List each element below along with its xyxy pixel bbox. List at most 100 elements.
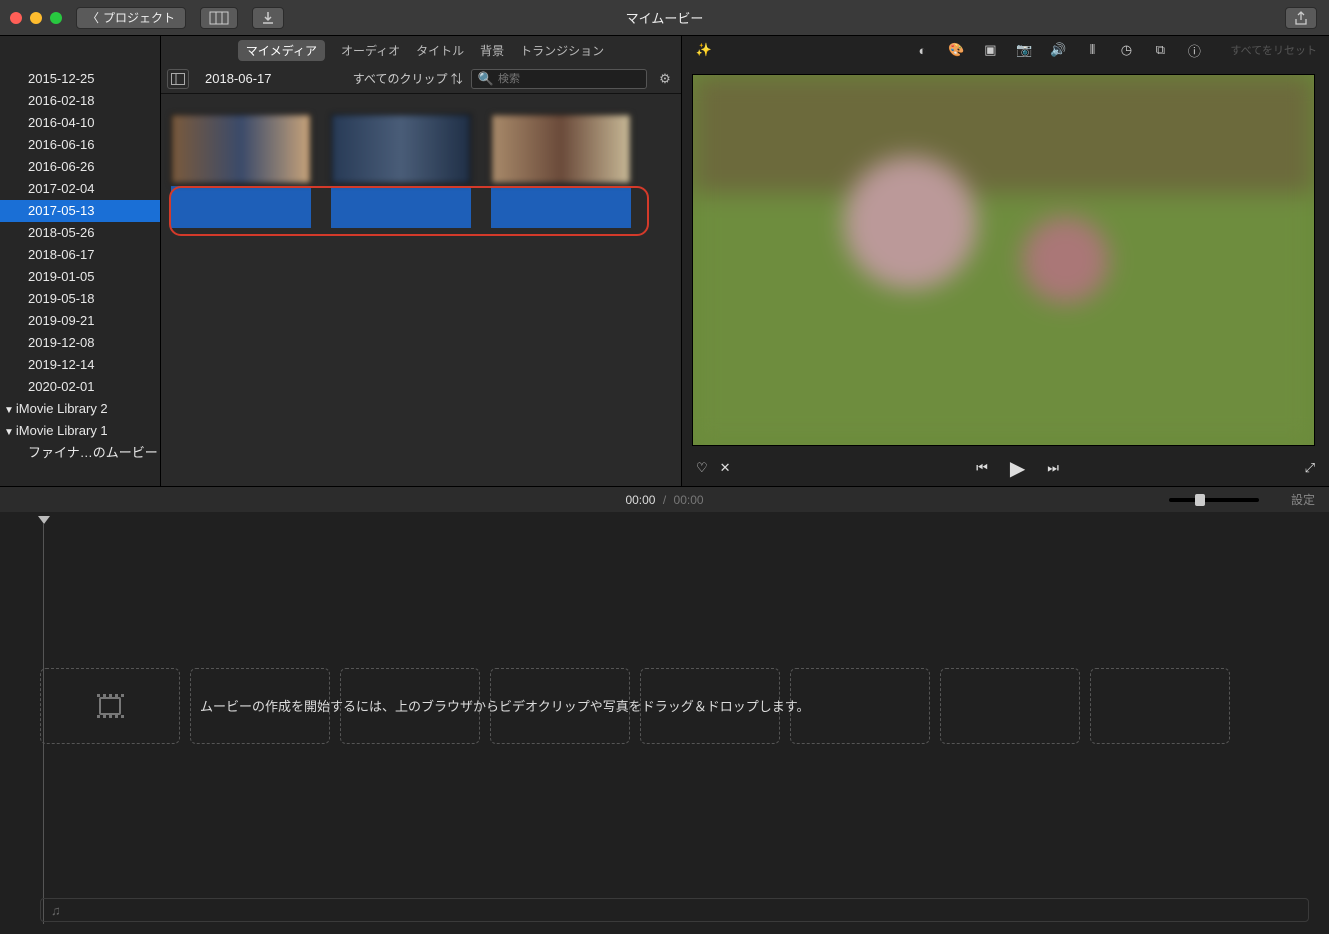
browser-toolbar: 2018-06-17 すべてのクリップ ⇅ 🔍 ⚙ xyxy=(161,64,681,94)
library-item[interactable]: ▼iMovie Library 1 xyxy=(0,420,160,442)
clip-audio-waveform[interactable] xyxy=(171,186,311,228)
reset-all-button[interactable]: すべてをリセット xyxy=(1230,42,1317,58)
tab-titles[interactable]: タイトル xyxy=(416,42,464,59)
stabilization-button[interactable]: 📷 xyxy=(1014,40,1034,60)
close-window-icon[interactable] xyxy=(10,12,22,24)
event-item[interactable]: 2016-02-18 xyxy=(0,90,160,112)
event-item[interactable]: 2016-04-10 xyxy=(0,112,160,134)
clip-item[interactable] xyxy=(331,114,471,228)
tab-backgrounds[interactable]: 背景 xyxy=(480,42,504,59)
clip-audio-waveform[interactable] xyxy=(331,186,471,228)
event-item[interactable]: 2016-06-16 xyxy=(0,134,160,156)
palette-icon: 🎨 xyxy=(948,42,964,58)
viewer-toolbar: ✨ ◐ 🎨 ▣ 📷 🔊 ⫴ ◷ ⧉ ⓘ すべてをリセット xyxy=(682,36,1329,64)
timecode-bar: 00:00 / 00:00 設定 xyxy=(0,486,1329,512)
clip-audio-waveform[interactable] xyxy=(491,186,631,228)
timeline-settings-button[interactable]: 設定 xyxy=(1291,491,1315,508)
play-icon: ▶ xyxy=(1010,458,1025,480)
event-item[interactable]: 2015-12-25 xyxy=(0,68,160,90)
event-item[interactable]: 2016-06-26 xyxy=(0,156,160,178)
library-item[interactable]: ▼iMovie Library 2 xyxy=(0,398,160,420)
library-sub-item[interactable]: ファイナ…のムービー xyxy=(0,442,160,464)
window-controls xyxy=(10,12,62,24)
tab-audio[interactable]: オーディオ xyxy=(341,42,400,59)
titlebar: 〈 プロジェクト マイムービー xyxy=(0,0,1329,36)
speed-button[interactable]: ◷ xyxy=(1116,40,1136,60)
tab-transitions[interactable]: トランジション xyxy=(520,42,604,59)
event-item[interactable]: 2019-12-08 xyxy=(0,332,160,354)
event-item[interactable]: 2019-12-14 xyxy=(0,354,160,376)
browser-tabs: マイメディア オーディオ タイトル 背景 トランジション xyxy=(161,36,681,64)
transport-controls: ♡ ✕ ⏮ ▶ ⏭ ⤢ xyxy=(682,450,1329,486)
tab-my-media[interactable]: マイメディア xyxy=(238,40,325,61)
media-browser: マイメディア オーディオ タイトル 背景 トランジション 2018-06-17 … xyxy=(161,36,682,486)
color-correction-button[interactable]: 🎨 xyxy=(946,40,966,60)
play-button[interactable]: ▶ xyxy=(1010,456,1025,481)
noise-eq-button[interactable]: ⫴ xyxy=(1082,40,1102,60)
timeline-empty-slot[interactable] xyxy=(40,668,180,744)
search-icon: 🔍 xyxy=(478,71,494,87)
clip-item[interactable] xyxy=(491,114,631,228)
event-item[interactable]: 2020-02-01 xyxy=(0,376,160,398)
crop-button[interactable]: ▣ xyxy=(980,40,1000,60)
event-item[interactable]: 2018-05-26 xyxy=(0,222,160,244)
info-button[interactable]: ⓘ xyxy=(1184,40,1204,60)
contrast-icon: ◐ xyxy=(918,43,926,58)
minimize-window-icon[interactable] xyxy=(30,12,42,24)
viewer-panel: ✨ ◐ 🎨 ▣ 📷 🔊 ⫴ ◷ ⧉ ⓘ すべてをリセット ♡ ✕ ⏮ ▶ ⏭ ⤢ xyxy=(682,36,1329,486)
reject-button[interactable]: ✕ xyxy=(720,460,731,476)
skip-forward-icon: ⏭ xyxy=(1047,460,1059,475)
updown-icon: ⇅ xyxy=(451,72,463,86)
volume-button[interactable]: 🔊 xyxy=(1048,40,1068,60)
favorite-button[interactable]: ♡ xyxy=(696,460,708,476)
previous-button[interactable]: ⏮ xyxy=(976,460,988,476)
timeline-hint-text: ムービーの作成を開始するには、上のブラウザからビデオクリップや写真をドラッグ＆ド… xyxy=(200,696,809,715)
heart-icon: ♡ xyxy=(696,460,708,475)
event-item[interactable]: 2019-05-18 xyxy=(0,288,160,310)
x-icon: ✕ xyxy=(720,460,731,475)
zoom-window-icon[interactable] xyxy=(50,12,62,24)
import-button[interactable] xyxy=(252,7,284,29)
timeline-empty-slot[interactable] xyxy=(790,668,930,744)
color-balance-button[interactable]: ◐ xyxy=(912,40,932,60)
playhead-marker-icon[interactable] xyxy=(38,516,50,524)
chevron-left-icon: 〈 xyxy=(87,9,99,26)
search-input[interactable] xyxy=(498,73,640,85)
search-field[interactable]: 🔍 xyxy=(471,69,647,89)
event-item[interactable]: 2019-01-05 xyxy=(0,266,160,288)
clip-thumbnail[interactable] xyxy=(171,114,311,184)
fullscreen-button[interactable]: ⤢ xyxy=(1305,460,1315,476)
timeline[interactable]: ムービーの作成を開始するには、上のブラウザからビデオクリップや写真をドラッグ＆ド… xyxy=(0,512,1329,934)
timeline-empty-slot[interactable] xyxy=(1090,668,1230,744)
clip-thumbnail[interactable] xyxy=(331,114,471,184)
browser-settings-button[interactable]: ⚙ xyxy=(655,71,675,87)
disclosure-triangle-icon[interactable]: ▼ xyxy=(4,400,14,422)
view-options-button[interactable] xyxy=(200,7,238,29)
event-list: 2015-12-25 2016-02-18 2016-04-10 2016-06… xyxy=(0,64,160,464)
timeline-empty-slot[interactable] xyxy=(940,668,1080,744)
gauge-icon: ◷ xyxy=(1121,42,1132,58)
video-preview[interactable] xyxy=(692,74,1315,446)
music-track[interactable]: ♫ xyxy=(40,898,1309,922)
disclosure-triangle-icon[interactable]: ▼ xyxy=(4,422,14,444)
expand-icon: ⤢ xyxy=(1305,460,1315,475)
event-item-selected[interactable]: 2017-05-13 xyxy=(0,200,160,222)
clip-thumbnail[interactable] xyxy=(491,114,631,184)
toggle-sidebar-button[interactable] xyxy=(167,69,189,89)
zoom-slider[interactable] xyxy=(1169,498,1259,502)
share-button[interactable] xyxy=(1285,7,1317,29)
clip-item[interactable] xyxy=(171,114,311,228)
clip-filter-dropdown[interactable]: すべてのクリップ ⇅ xyxy=(353,70,463,87)
next-button[interactable]: ⏭ xyxy=(1047,460,1059,476)
eq-icon: ⫴ xyxy=(1090,42,1095,58)
timeline-track[interactable]: ムービーの作成を開始するには、上のブラウザからビデオクリップや写真をドラッグ＆ド… xyxy=(40,668,1289,744)
event-item[interactable]: 2019-09-21 xyxy=(0,310,160,332)
event-item[interactable]: 2018-06-17 xyxy=(0,244,160,266)
filmstrip-icon xyxy=(99,697,121,715)
overlay-icon: ⧉ xyxy=(1156,42,1165,58)
info-icon: ⓘ xyxy=(1188,41,1201,60)
enhance-button[interactable]: ✨ xyxy=(694,40,714,60)
back-to-projects-button[interactable]: 〈 プロジェクト xyxy=(76,7,186,29)
event-item[interactable]: 2017-02-04 xyxy=(0,178,160,200)
filter-button[interactable]: ⧉ xyxy=(1150,40,1170,60)
